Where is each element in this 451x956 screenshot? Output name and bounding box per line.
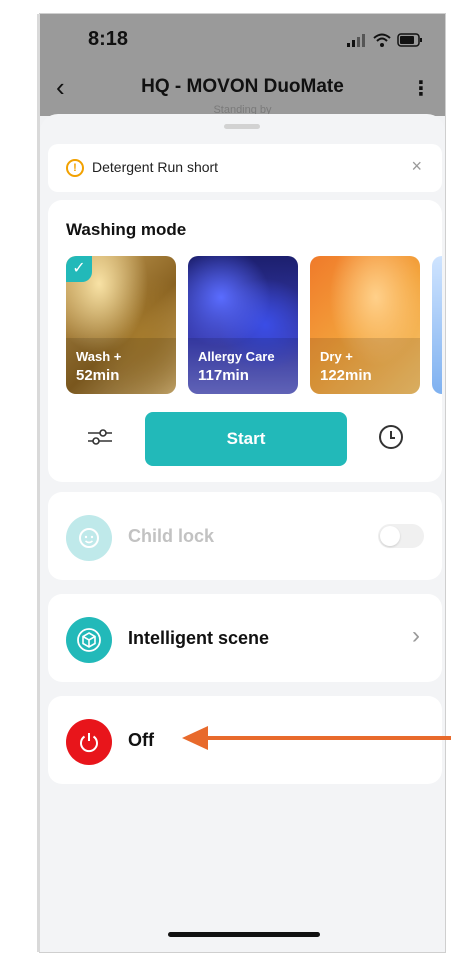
mode-name: Dry + (320, 349, 353, 364)
control-sheet: ! Detergent Run short × Washing mode ✓ W… (40, 114, 445, 952)
mode-name: Wash + (76, 349, 122, 364)
start-button[interactable]: Start (145, 412, 347, 466)
mode-card-allergy-care[interactable]: Allergy Care 117min (188, 256, 298, 394)
mode-time: 122min (320, 367, 372, 384)
phone-screen: 8:18 ‹ HQ - MOVON DuoMate Standing by ⋮ … (40, 14, 445, 952)
mode-shade (188, 338, 298, 394)
home-indicator[interactable] (168, 932, 320, 937)
child-face-icon (66, 515, 112, 561)
notice-text: Detergent Run short (92, 159, 219, 175)
washing-mode-card: Washing mode ✓ Wash + 52min Allergy Care… (48, 200, 442, 482)
close-icon[interactable]: × (411, 156, 422, 177)
nav-bar: ‹ HQ - MOVON DuoMate Standing by ⋮ (40, 64, 445, 116)
power-label: Off (128, 730, 154, 750)
page-title: HQ - MOVON DuoMate (141, 76, 344, 97)
child-lock-label: Child lock (128, 526, 215, 546)
warning-icon: ! (66, 159, 84, 177)
battery-icon (397, 33, 422, 47)
detergent-notice: ! Detergent Run short × (48, 144, 442, 192)
child-lock-toggle[interactable] (378, 524, 424, 548)
mode-card-partial[interactable] (432, 256, 442, 394)
mode-time: 117min (198, 367, 249, 384)
status-icons (347, 32, 423, 48)
child-lock-row: Child lock (48, 492, 442, 580)
annotation-arrow-icon (182, 726, 451, 750)
mode-time: 52min (76, 367, 120, 384)
check-icon: ✓ (66, 256, 92, 282)
mode-shade (310, 338, 420, 394)
status-bar: 8:18 (40, 14, 445, 64)
intelligent-scene-label: Intelligent scene (128, 628, 270, 648)
mode-carousel[interactable]: ✓ Wash + 52min Allergy Care 117min Dry +… (66, 256, 442, 396)
more-icon[interactable]: ⋮ (411, 76, 431, 101)
mode-card-dry-plus[interactable]: Dry + 122min (310, 256, 420, 394)
wifi-icon (373, 33, 391, 47)
clock-icon[interactable] (379, 425, 403, 449)
sheet-handle[interactable] (224, 124, 260, 129)
status-time: 8:18 (88, 28, 129, 50)
signal-icon (347, 34, 365, 47)
mode-name: Allergy Care (198, 349, 275, 364)
mode-card-wash-plus[interactable]: ✓ Wash + 52min (66, 256, 176, 394)
cube-icon (66, 617, 112, 663)
mode-shade (66, 338, 176, 394)
settings-sliders-icon[interactable] (86, 426, 114, 448)
power-icon[interactable] (66, 719, 112, 765)
washing-mode-title: Washing mode (66, 220, 187, 239)
chevron-right-icon: › (412, 622, 420, 649)
intelligent-scene-row[interactable]: Intelligent scene › (48, 594, 442, 682)
